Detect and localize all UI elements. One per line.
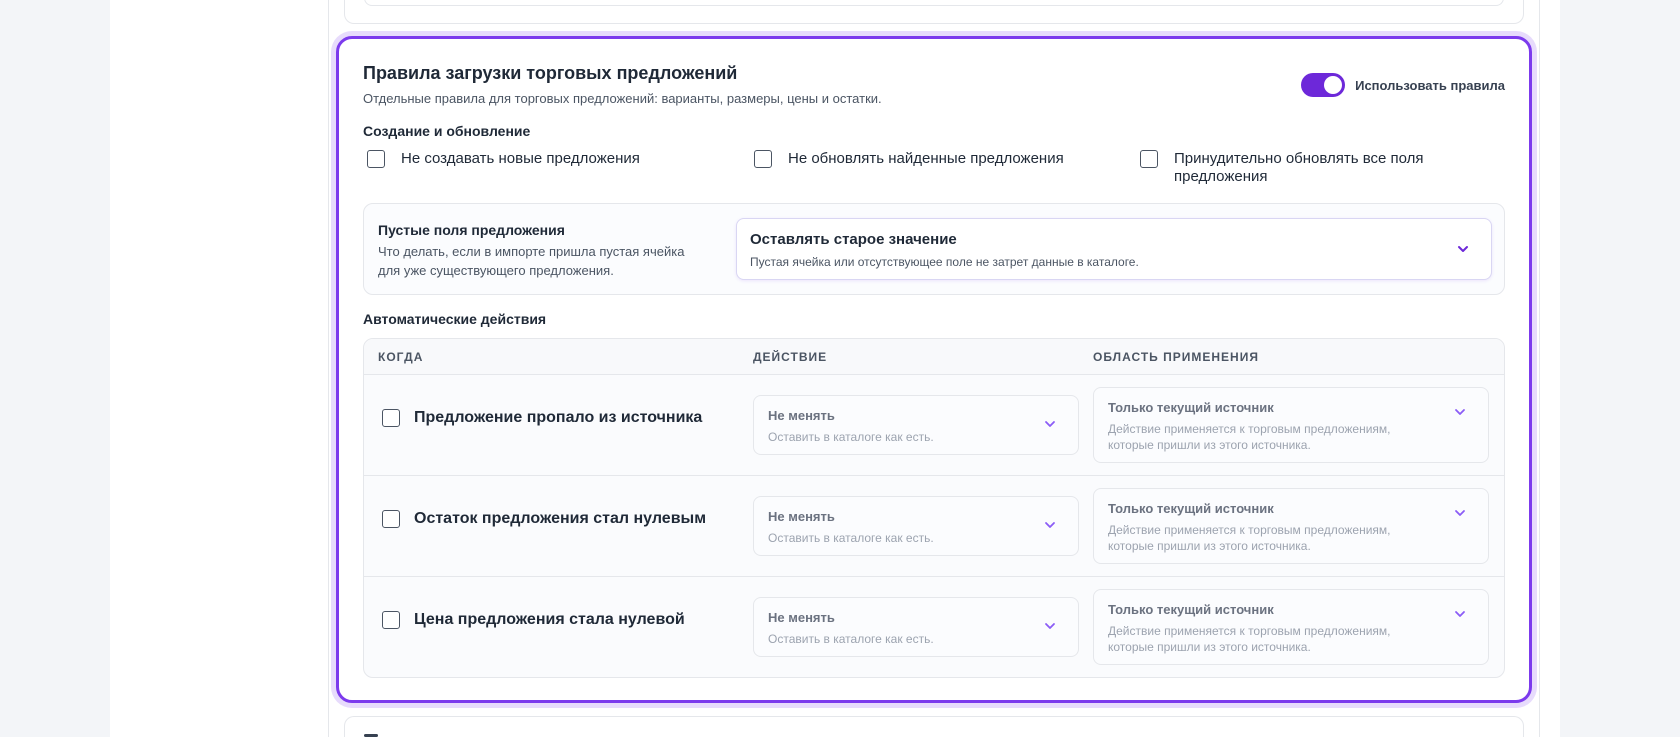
table-row: Предложение пропало из источника Не меня… xyxy=(364,375,1504,476)
chevron-down-icon xyxy=(1454,608,1466,620)
empty-fields-select[interactable]: Оставлять старое значение Пустая ячейка … xyxy=(736,218,1492,280)
column-scope: ОБЛАСТЬ ПРИМЕНЕНИЯ xyxy=(1093,350,1259,364)
option-no-update[interactable]: Не обновлять найденные предложения xyxy=(754,150,1064,168)
chevron-down-icon xyxy=(1454,507,1466,519)
action-select-description: Оставить в каталоге как есть. xyxy=(768,632,934,646)
action-select-description: Оставить в каталоге как есть. xyxy=(768,531,934,545)
checkbox-icon[interactable] xyxy=(382,611,400,629)
empty-fields-description: Что делать, если в импорте пришла пустая… xyxy=(378,244,685,278)
card-title: Правила загрузки торговых предложений xyxy=(363,63,738,83)
row-when-label: Остаток предложения стал нулевым xyxy=(414,510,707,527)
action-select[interactable]: Не менять Оставить в каталоге как есть. xyxy=(753,395,1079,455)
use-rules-toggle[interactable] xyxy=(1301,73,1346,97)
option-no-create[interactable]: Не создавать новые предложения xyxy=(367,150,640,168)
row-when-label: Предложение пропало из источника xyxy=(414,409,703,426)
checkbox-icon[interactable] xyxy=(382,510,400,528)
action-select-title: Не менять xyxy=(768,509,835,524)
chevron-down-icon xyxy=(1044,620,1056,632)
scope-select-description: Действие применяется к торговым предложе… xyxy=(1108,422,1391,452)
use-rules-label: Использовать правила xyxy=(1355,77,1505,93)
row-when[interactable]: Цена предложения стала нулевой xyxy=(382,611,685,629)
action-select[interactable]: Не менять Оставить в каталоге как есть. xyxy=(753,496,1079,556)
table-header: КОГДА ДЕЙСТВИЕ ОБЛАСТЬ ПРИМЕНЕНИЯ xyxy=(364,339,1504,375)
auto-actions-table: КОГДА ДЕЙСТВИЕ ОБЛАСТЬ ПРИМЕНЕНИЯ Предло… xyxy=(363,338,1505,678)
option-label: Не создавать новые предложения xyxy=(401,150,640,167)
column-when: КОГДА xyxy=(378,350,424,364)
scope-select[interactable]: Только текущий источник Действие применя… xyxy=(1093,488,1489,564)
row-when-label: Цена предложения стала нулевой xyxy=(414,611,685,628)
column-action: ДЕЙСТВИЕ xyxy=(753,350,828,364)
option-force-update[interactable]: Принудительно обновлять все поля предлож… xyxy=(1140,150,1430,186)
scope-select-title: Только текущий источник xyxy=(1108,400,1274,415)
scope-select[interactable]: Только текущий источник Действие применя… xyxy=(1093,589,1489,665)
previous-card-inner xyxy=(364,0,1504,6)
checkbox-icon[interactable] xyxy=(367,150,385,168)
chevron-down-icon xyxy=(1044,519,1056,531)
next-card xyxy=(344,716,1524,737)
content-right-border xyxy=(1539,0,1540,737)
card-subtitle: Отдельные правила для торговых предложен… xyxy=(363,91,882,106)
auto-actions-label: Автоматические действия xyxy=(363,311,547,327)
checkbox-icon[interactable] xyxy=(754,150,772,168)
action-select-title: Не менять xyxy=(768,408,835,423)
content-left-border xyxy=(328,0,329,737)
create-update-label: Создание и обновление xyxy=(363,123,531,139)
action-select-title: Не менять xyxy=(768,610,835,625)
option-label: Не обновлять найденные предложения xyxy=(788,150,1064,167)
option-label: Принудительно обновлять все поля предлож… xyxy=(1174,150,1424,185)
checkbox-icon[interactable] xyxy=(1140,150,1158,168)
scope-select[interactable]: Только текущий источник Действие применя… xyxy=(1093,387,1489,463)
chevron-down-icon xyxy=(1454,406,1466,418)
empty-fields-selected-title: Оставлять старое значение xyxy=(750,231,957,248)
empty-fields-panel: Пустые поля предложения Что делать, если… xyxy=(363,203,1505,295)
empty-fields-title: Пустые поля предложения xyxy=(378,222,565,238)
action-select[interactable]: Не менять Оставить в каталоге как есть. xyxy=(753,597,1079,657)
empty-fields-selected-description: Пустая ячейка или отсутствующее поле не … xyxy=(750,255,1139,269)
action-select-description: Оставить в каталоге как есть. xyxy=(768,430,934,444)
chevron-down-icon xyxy=(1044,418,1056,430)
table-row: Цена предложения стала нулевой Не менять… xyxy=(364,577,1504,677)
checkbox-icon[interactable] xyxy=(382,409,400,427)
scope-select-description: Действие применяется к торговым предложе… xyxy=(1108,523,1391,553)
chevron-down-icon xyxy=(1457,243,1469,255)
use-rules-toggle-group: Использовать правила xyxy=(1301,73,1505,97)
scope-select-title: Только текущий источник xyxy=(1108,501,1274,516)
row-when[interactable]: Остаток предложения стал нулевым xyxy=(382,510,706,528)
toggle-knob xyxy=(1324,76,1343,94)
offer-rules-card: Правила загрузки торговых предложений От… xyxy=(336,36,1532,703)
table-row: Остаток предложения стал нулевым Не меня… xyxy=(364,476,1504,577)
row-when[interactable]: Предложение пропало из источника xyxy=(382,409,702,427)
scope-select-title: Только текущий источник xyxy=(1108,602,1274,617)
scope-select-description: Действие применяется к торговым предложе… xyxy=(1108,624,1391,654)
